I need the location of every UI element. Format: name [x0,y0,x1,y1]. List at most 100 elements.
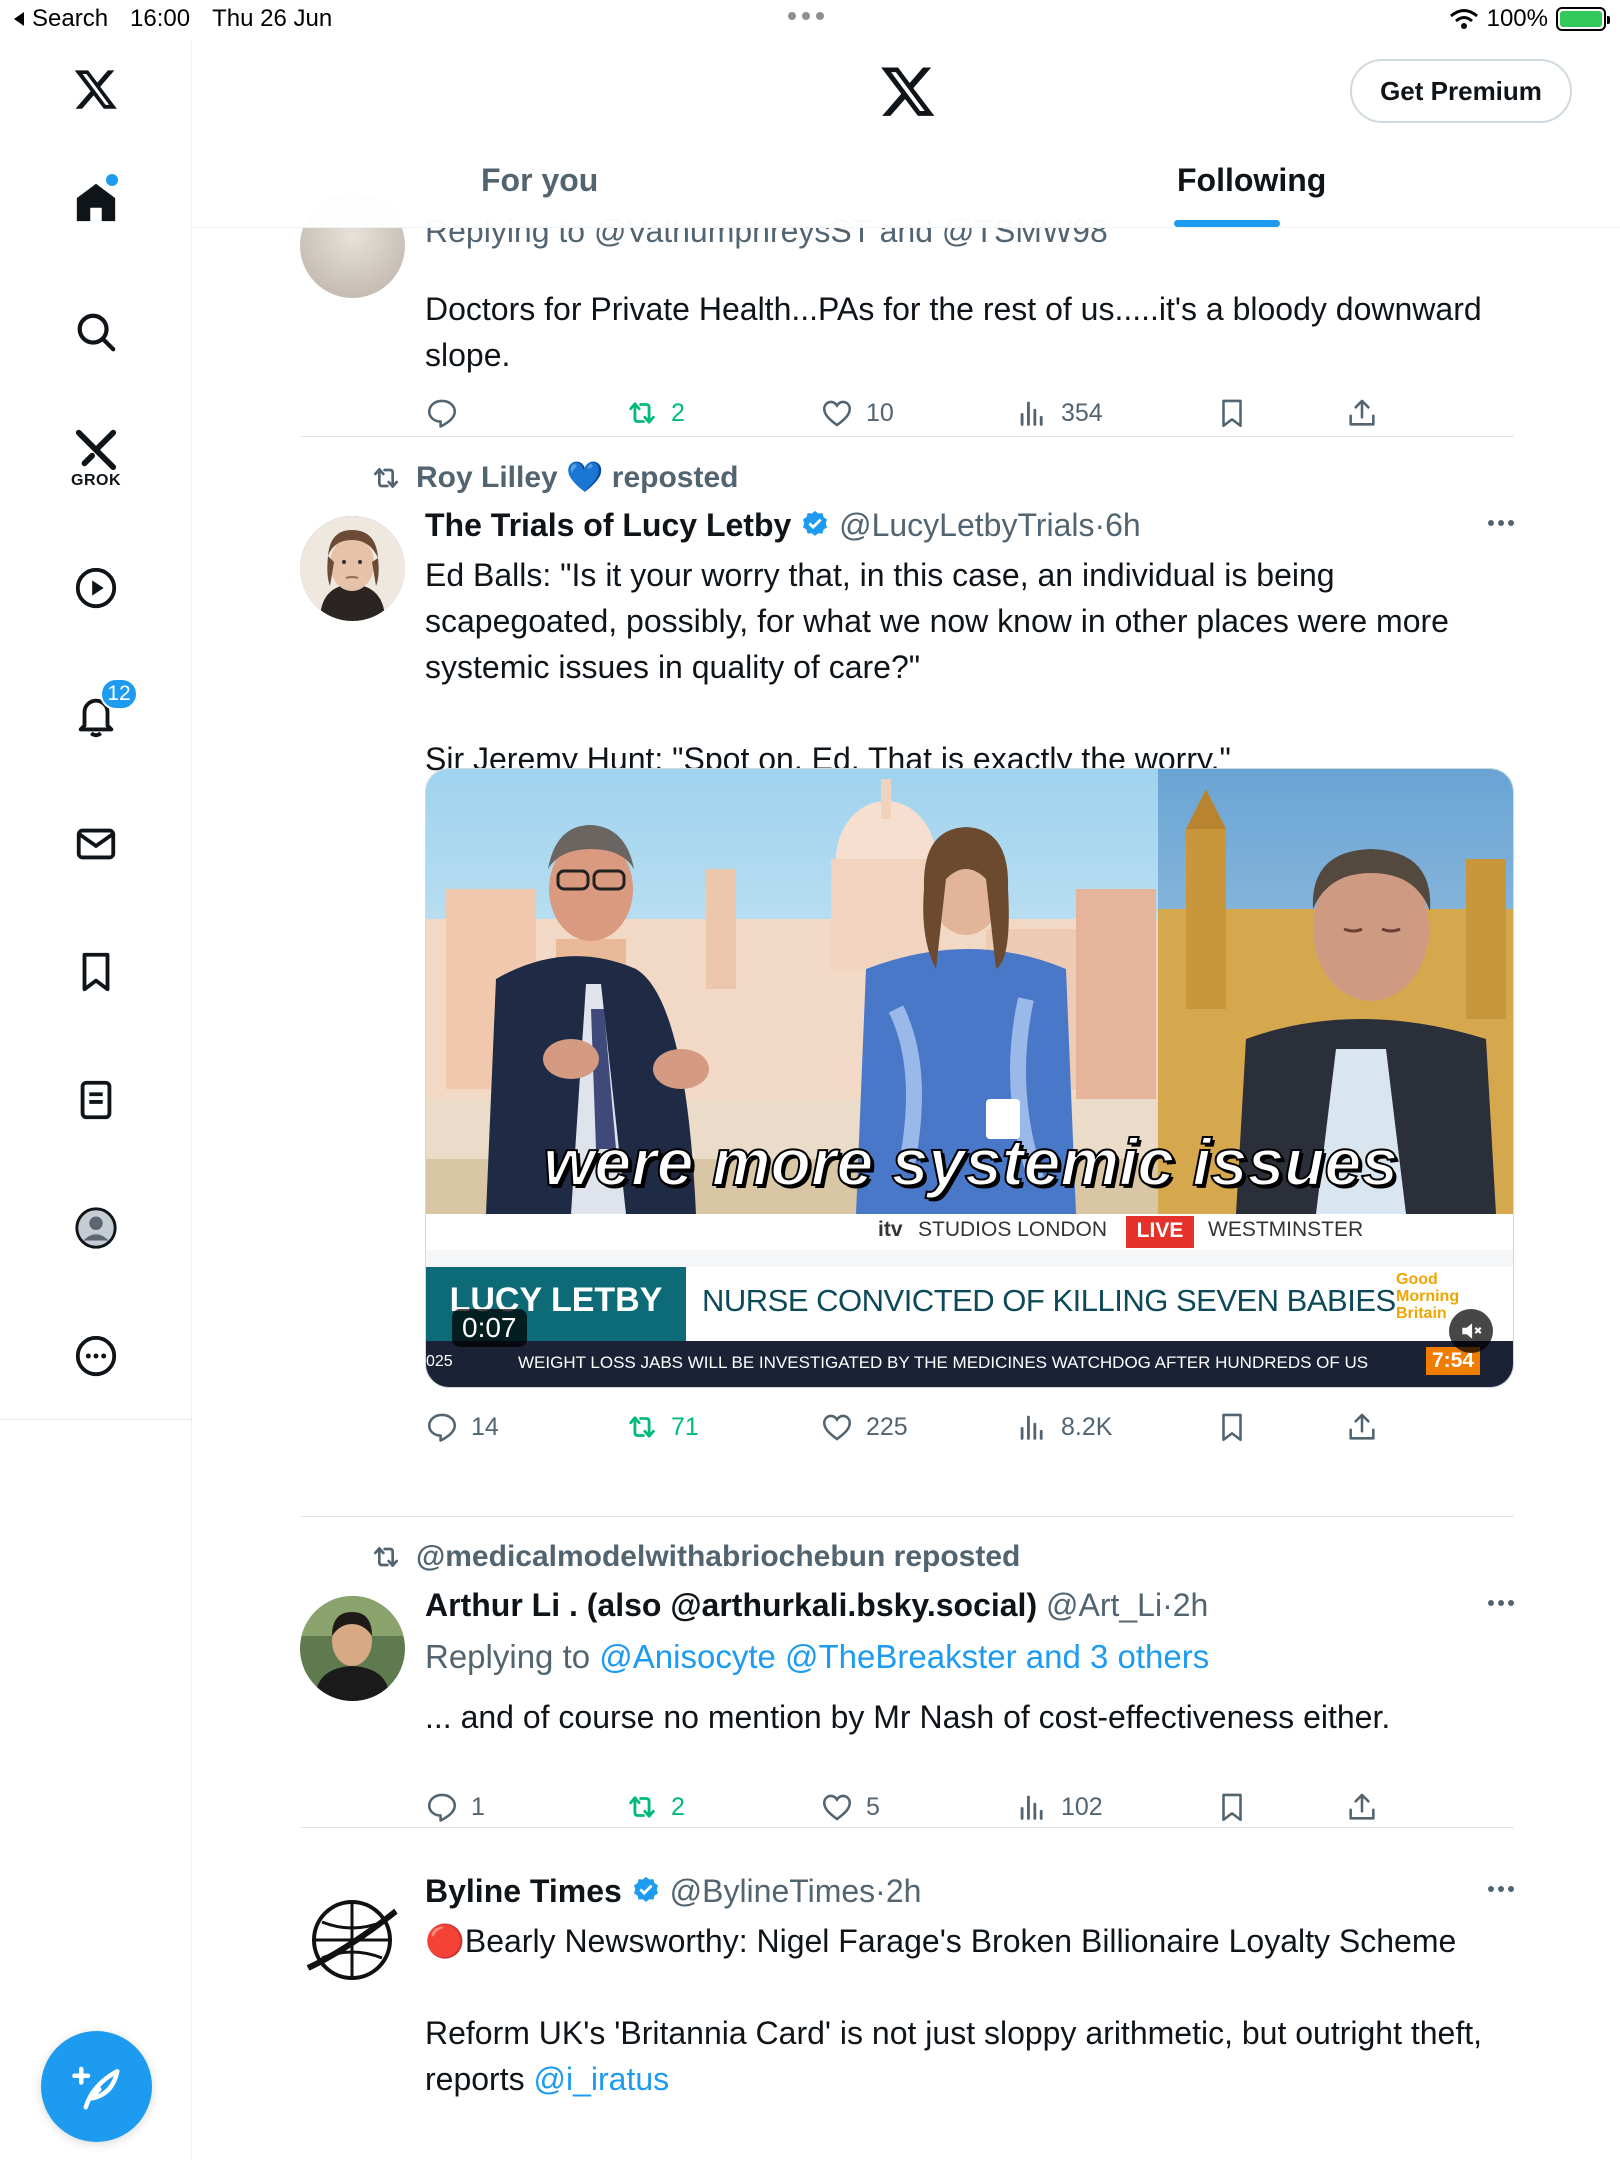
mention-link[interactable]: @i_iratus [533,2061,669,2097]
battery-percent: 100% [1486,5,1548,32]
share-button[interactable] [1345,1410,1379,1444]
author-avatar[interactable] [300,1888,405,1993]
bookmark-icon [1222,1413,1242,1442]
back-label: Search [32,5,109,32]
sidebar-item-search[interactable] [56,292,136,372]
sidebar-item-video[interactable] [56,548,136,628]
author-name[interactable]: The Trials of Lucy Letby [425,507,791,543]
views-button[interactable]: 354 [1015,396,1103,430]
compose-post-button[interactable] [41,2031,152,2142]
tweet[interactable]: Byline Times @BylineTimes·2h 🔴Bearly New… [300,1858,1514,2160]
sidebar-item-notifications[interactable]: 12 [56,676,138,756]
bookmark-button[interactable] [1215,1410,1249,1444]
remote-location: WESTMINSTER [1208,1218,1364,1241]
more-options-icon[interactable] [1488,1886,1514,1892]
get-premium-button[interactable]: Get Premium [1350,59,1572,123]
reply-count: 1 [471,1792,485,1821]
bookmark-icon [1222,399,1242,428]
sidebar-item-more[interactable] [56,1316,136,1396]
reposted-label: reposted [611,461,739,494]
share-button[interactable] [1345,1790,1379,1824]
portrait-image [300,516,405,621]
reply-button[interactable] [425,396,459,430]
replying-to-link[interactable]: @Anisocyte @TheBreakster and 3 others [599,1638,1209,1675]
tweet-text: Doctors for Private Health...PAs for the… [425,291,1482,373]
reposter-name[interactable]: Roy Lilley [416,461,558,494]
reposter-name[interactable]: @medicalmodelwithabriochebun reposted [416,1540,1020,1574]
author-name[interactable]: Byline Times [425,1873,622,1909]
share-button[interactable] [1345,396,1379,430]
profile-avatar-icon [75,1207,117,1249]
grok-icon [75,429,117,471]
news-headline: NURSE CONVICTED OF KILLING SEVEN BABIES [702,1283,1396,1318]
studio-location: STUDIOS LONDON [918,1218,1108,1241]
views-chart-icon [1020,401,1043,426]
views-button[interactable]: 102 [1015,1790,1103,1824]
like-button[interactable]: 225 [820,1410,908,1444]
studio-brand: itv [878,1218,903,1241]
wifi-icon [1449,9,1478,29]
sidebar-item-messages[interactable] [56,804,136,884]
compose-feather-icon [71,2066,119,2109]
repost-count: 2 [671,1792,685,1821]
multitasking-dots-icon[interactable] [788,12,824,20]
bookmark-button[interactable] [1215,1790,1249,1824]
more-circle-icon [75,1335,117,1377]
tweet-time[interactable]: 2h [886,1873,922,1909]
repost-icon [374,1547,398,1567]
back-to-search[interactable]: Search [12,5,108,33]
tweet-time[interactable]: 6h [1105,507,1141,543]
sidebar-item-home[interactable] [56,162,136,242]
sidebar-item-grok[interactable]: GROK [56,420,136,500]
video-timer: 0:07 [452,1309,527,1347]
muted-speaker-icon [1462,1323,1482,1339]
reply-count: 14 [471,1412,499,1441]
reply-button[interactable]: 1 [425,1790,485,1824]
bookmark-button[interactable] [1215,396,1249,430]
tweet-text: ... and of course no mention by Mr Nash … [425,1699,1391,1735]
repost-button[interactable]: 2 [625,1790,685,1824]
more-options-icon[interactable] [1488,1600,1514,1606]
tweet-actions: 1 2 5 102 [425,1790,1425,1830]
sidebar-item-bookmarks[interactable] [56,932,136,1012]
sidebar-item-lists[interactable] [56,1060,136,1140]
author-name[interactable]: Arthur Li . (also @arthurkali.bsky.socia… [425,1587,1037,1623]
more-options-icon[interactable] [1488,520,1514,526]
tweet[interactable]: Roy Lilley 💙 reposted The Trials of Lucy… [300,460,1514,1510]
back-arrow-icon [14,12,24,26]
sidebar-item-profile[interactable] [56,1188,136,1268]
author-handle[interactable]: @LucyLetbyTrials [839,507,1094,543]
status-date: Thu 26 Jun [212,5,333,32]
tab-for-you[interactable]: For you [481,162,598,199]
repost-button[interactable]: 2 [625,396,685,430]
repost-count: 2 [671,398,685,427]
share-icon [1349,399,1375,426]
share-icon [1349,1413,1375,1440]
tweet-video[interactable]: were more systemic issues itv STUDIOS LO… [425,768,1514,1388]
live-badge: LIVE [1136,1219,1184,1242]
tweet-actions: 14 71 225 8.2K [425,1410,1425,1450]
author-handle[interactable]: @BylineTimes [670,1873,876,1909]
reply-button[interactable]: 14 [425,1410,499,1444]
tab-following[interactable]: Following [1177,162,1326,199]
like-button[interactable]: 5 [820,1790,880,1824]
x-logo-icon [881,67,935,116]
battery-icon [1556,7,1610,31]
tweet-time[interactable]: 2h [1173,1587,1209,1623]
views-button[interactable]: 8.2K [1015,1410,1112,1444]
author-handle[interactable]: @Art_Li [1046,1587,1162,1623]
repost-button[interactable]: 71 [625,1410,699,1444]
x-logo[interactable] [56,49,136,129]
author-avatar[interactable] [300,1596,405,1701]
mute-button[interactable] [1449,1309,1493,1353]
heart-icon [822,1414,852,1441]
like-button[interactable]: 10 [820,396,894,430]
heart-icon [822,1794,852,1821]
views-chart-icon [1020,1415,1043,1440]
repost-icon [629,402,655,424]
header-x-logo[interactable] [879,62,937,125]
tweet-text: Ed Balls: "Is it your worry that, in thi… [425,557,1449,685]
author-avatar[interactable] [300,516,405,621]
status-time: 16:00 [130,5,191,32]
view-count: 354 [1061,398,1103,427]
